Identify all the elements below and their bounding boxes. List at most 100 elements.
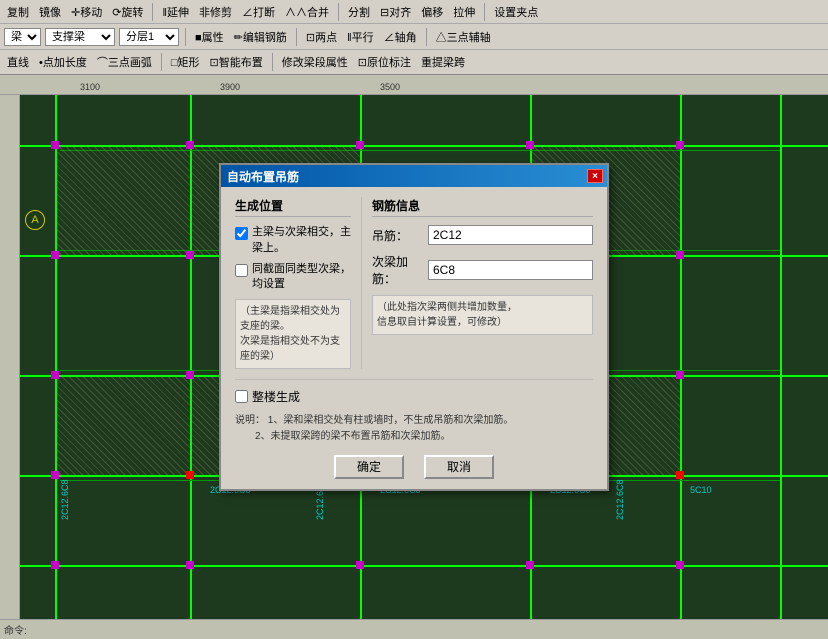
dialog-bottom: 整楼生成 说明： 1、梁和梁相交处有柱或墙时，不生成吊筋和次梁加筋。 2、未提取… bbox=[235, 379, 593, 479]
merge-btn[interactable]: ∧∧合并 bbox=[282, 3, 332, 21]
two-point-btn[interactable]: ⊡两点 bbox=[303, 28, 340, 46]
edit-rebar-btn[interactable]: ✏编辑钢筋 bbox=[231, 28, 290, 46]
sep7 bbox=[161, 53, 162, 71]
ok-button[interactable]: 确定 bbox=[334, 455, 404, 479]
sep1 bbox=[152, 3, 153, 21]
checkbox-label-2[interactable]: 同截面同类型次梁，均设置 bbox=[252, 262, 351, 293]
checkbox-main-secondary[interactable] bbox=[235, 227, 248, 240]
node-12 bbox=[186, 371, 194, 379]
ruler-num-3: 3500 bbox=[380, 82, 400, 92]
node-5 bbox=[676, 141, 684, 149]
layer-select[interactable]: 分层1 bbox=[119, 28, 179, 46]
smart-layout-btn[interactable]: ⊡智能布置 bbox=[207, 53, 266, 71]
copy-btn[interactable]: 复制 bbox=[4, 3, 32, 21]
status-bar: 命令: bbox=[0, 619, 828, 639]
secondary-rebar-field-row: 次梁加筋： bbox=[372, 253, 593, 287]
generate-position-title: 生成位置 bbox=[235, 197, 351, 217]
break-btn[interactable]: ∠打断 bbox=[239, 3, 278, 21]
node-1 bbox=[51, 141, 59, 149]
note-content-2: 2、未提取梁跨的梁不布置吊筋和次梁加筋。 bbox=[235, 431, 451, 442]
h-line-5 bbox=[20, 565, 828, 567]
dialog-buttons: 确定 取消 bbox=[235, 455, 593, 479]
v-line-6 bbox=[780, 95, 782, 619]
mirror-btn[interactable]: 镜像 bbox=[36, 3, 64, 21]
rebar-info-title: 钢筋信息 bbox=[372, 197, 593, 217]
stirrup-label: 吊筋： bbox=[372, 227, 422, 244]
cancel-button[interactable]: 取消 bbox=[424, 455, 494, 479]
ruler-left bbox=[0, 95, 20, 639]
three-axis-btn[interactable]: △三点辅轴 bbox=[433, 28, 494, 46]
checkbox-row-2: 同截面同类型次梁，均设置 bbox=[235, 262, 351, 293]
whole-floor-row: 整楼生成 bbox=[235, 388, 593, 405]
note-text-1: （主梁是指梁相交处为支座的梁。次梁是指相交处不为支座的梁） bbox=[235, 299, 351, 369]
column-divider bbox=[361, 197, 362, 369]
secondary-rebar-label: 次梁加筋： bbox=[372, 253, 422, 287]
arc-btn[interactable]: ⌒三点画弧 bbox=[94, 53, 155, 71]
node-24 bbox=[526, 561, 534, 569]
secondary-rebar-input[interactable] bbox=[428, 260, 593, 280]
whole-floor-checkbox[interactable] bbox=[235, 390, 248, 403]
stretch-btn[interactable]: 拉伸 bbox=[450, 3, 478, 21]
sep6 bbox=[426, 28, 427, 46]
sep4 bbox=[185, 28, 186, 46]
node-2 bbox=[186, 141, 194, 149]
modify-segment-btn[interactable]: 修改梁段属性 bbox=[279, 53, 351, 71]
cad-label-vertical-3: 2C12.6C8 bbox=[615, 479, 625, 520]
reextract-btn[interactable]: 重提梁跨 bbox=[418, 53, 468, 71]
rotate-btn[interactable]: ⟳旋转 bbox=[109, 3, 146, 21]
toolbar-row3: 直线 •点加长度 ⌒三点画弧 □矩形 ⊡智能布置 修改梁段属性 ⊡原位标注 重提… bbox=[0, 50, 828, 74]
node-3 bbox=[356, 141, 364, 149]
axis-angle-btn[interactable]: ∠轴角 bbox=[381, 28, 420, 46]
toolbar-row1: 复制 镜像 ✛移动 ⟳旋转 ‖延伸 非修剪 ∠打断 ∧∧合并 分割 ⊟对齐 偏移… bbox=[0, 0, 828, 24]
dialog-left-col: 生成位置 主梁与次梁相交，主梁上。 同截面同类型次梁，均设置 （主梁是指梁相交处… bbox=[235, 197, 351, 369]
whole-floor-label[interactable]: 整楼生成 bbox=[252, 388, 300, 405]
cad-label-vertical-1: 2C12.6C8 bbox=[60, 479, 70, 520]
dialog-close-button[interactable]: × bbox=[587, 169, 603, 183]
extend-btn[interactable]: ‖延伸 bbox=[159, 3, 192, 21]
node-6 bbox=[51, 251, 59, 259]
trim-btn[interactable]: 非修剪 bbox=[196, 3, 235, 21]
red-sq-1 bbox=[186, 471, 194, 479]
node-7 bbox=[186, 251, 194, 259]
move-btn[interactable]: ✛移动 bbox=[68, 3, 105, 21]
line-btn[interactable]: 直线 bbox=[4, 53, 32, 71]
node-22 bbox=[186, 561, 194, 569]
ruler-num-2: 3900 bbox=[220, 82, 240, 92]
ruler-top: 3100 3900 3500 bbox=[0, 75, 828, 95]
dialog-title: 自动布置吊筋 bbox=[227, 168, 299, 185]
beam-type-select[interactable]: 梁 bbox=[4, 28, 41, 46]
rect-btn[interactable]: □矩形 bbox=[168, 53, 203, 71]
hatch-1 bbox=[55, 145, 190, 255]
hatch-4 bbox=[55, 375, 190, 475]
dialog-body: 生成位置 主梁与次梁相交，主梁上。 同截面同类型次梁，均设置 （主梁是指梁相交处… bbox=[221, 187, 607, 489]
toolbar: 复制 镜像 ✛移动 ⟳旋转 ‖延伸 非修剪 ∠打断 ∧∧合并 分割 ⊟对齐 偏移… bbox=[0, 0, 828, 75]
sep2 bbox=[338, 3, 339, 21]
node-15 bbox=[676, 371, 684, 379]
checkbox-label-1[interactable]: 主梁与次梁相交，主梁上。 bbox=[252, 225, 351, 256]
toolbar-row2: 梁 支撑梁 分层1 ■属性 ✏编辑钢筋 ⊡两点 ‖平行 ∠轴角 △三点辅轴 bbox=[0, 24, 828, 50]
support-type-select[interactable]: 支撑梁 bbox=[45, 28, 115, 46]
dialog-right-col: 钢筋信息 吊筋： 次梁加筋： （此处指次梁两侧共增加数量，信息取自计算设置，可修… bbox=[372, 197, 593, 369]
node-25 bbox=[676, 561, 684, 569]
checkbox-same-section[interactable] bbox=[235, 264, 248, 277]
offset-btn[interactable]: 偏移 bbox=[418, 3, 446, 21]
stirrup-field-row: 吊筋： bbox=[372, 225, 593, 245]
node-10 bbox=[676, 251, 684, 259]
split-btn[interactable]: 分割 bbox=[345, 3, 373, 21]
status-text: 命令: bbox=[4, 622, 27, 637]
inplace-mark-btn[interactable]: ⊡原位标注 bbox=[355, 53, 414, 71]
node-16 bbox=[51, 471, 59, 479]
property-btn[interactable]: ■属性 bbox=[192, 28, 227, 46]
node-23 bbox=[356, 561, 364, 569]
stirrup-input[interactable] bbox=[428, 225, 593, 245]
note-section: 说明： 1、梁和梁相交处有柱或墙时，不生成吊筋和次梁加筋。 2、未提取梁跨的梁不… bbox=[235, 413, 593, 445]
circle-label-a: A bbox=[25, 210, 45, 230]
align-btn[interactable]: ⊟对齐 bbox=[377, 3, 414, 21]
grip-btn[interactable]: 设置夹点 bbox=[491, 3, 541, 21]
node-21 bbox=[51, 561, 59, 569]
dialog-titlebar: 自动布置吊筋 × bbox=[221, 165, 607, 187]
node-4 bbox=[526, 141, 534, 149]
parallel-btn[interactable]: ‖平行 bbox=[344, 28, 377, 46]
point-length-btn[interactable]: •点加长度 bbox=[36, 53, 90, 71]
sep3 bbox=[484, 3, 485, 21]
